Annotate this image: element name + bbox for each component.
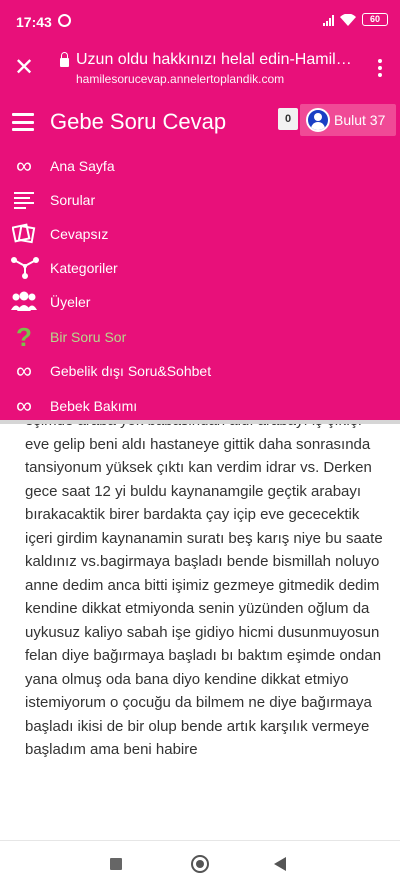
menu-item-label: Bebek Bakımı: [50, 398, 138, 414]
menu-item-label: Ana Sayfa: [50, 158, 115, 174]
android-nav-bar: [0, 840, 400, 888]
menu-item-label: Kategoriler: [50, 260, 118, 276]
menu-item-label: Bir Soru Sor: [50, 329, 127, 345]
page-title[interactable]: Uzun oldu hakkınızı helal edin-Hamil…: [76, 51, 356, 69]
browser-toolbar: ✕ Uzun oldu hakkınızı helal edin-Hamil… …: [0, 44, 400, 96]
alarm-icon: [58, 14, 71, 27]
question-icon: ?: [16, 322, 32, 352]
menu-item-bebek-bakimi[interactable]: ∞ Bebek Bakımı: [0, 390, 400, 424]
site-title[interactable]: Gebe Soru Cevap: [50, 109, 226, 135]
more-options-icon[interactable]: [378, 59, 382, 79]
infinity-icon: ∞: [16, 393, 32, 418]
lines-icon: [10, 188, 38, 212]
menu-shadow: [0, 420, 400, 424]
avatar: [306, 108, 330, 132]
status-bar: 17:43 60: [0, 0, 400, 44]
menu-item-ana-sayfa[interactable]: ∞ Ana Sayfa: [0, 150, 400, 184]
wifi-icon: [340, 13, 356, 26]
menu-item-bir-soru-sor[interactable]: ? Bir Soru Sor: [0, 321, 400, 355]
menu-item-label: Üyeler: [50, 294, 91, 310]
user-name: Bulut 37: [334, 112, 386, 128]
back-icon[interactable]: [274, 857, 286, 871]
home-icon[interactable]: [191, 855, 209, 873]
status-time: 17:43: [16, 14, 52, 30]
notification-count-badge[interactable]: 0: [278, 108, 298, 130]
lock-icon: [60, 52, 69, 67]
infinity-icon: ∞: [16, 153, 32, 178]
menu-item-label: Cevapsız: [50, 226, 109, 242]
signal-icon: [323, 14, 334, 26]
recent-apps-icon[interactable]: [110, 858, 122, 870]
menu-item-gebelik-disi[interactable]: ∞ Gebelik dışı Soru&Sohbet: [0, 355, 400, 389]
cards-icon: [10, 222, 38, 246]
infinity-icon: ∞: [16, 358, 32, 383]
hamburger-menu-icon[interactable]: [12, 113, 34, 131]
nav-menu: ∞ Ana Sayfa Sorular Cevapsız Kategoriler…: [0, 150, 400, 420]
user-profile-button[interactable]: Bulut 37: [300, 104, 396, 136]
page-url[interactable]: hamilesorucevap.annelertoplandik.com: [76, 72, 284, 86]
menu-item-cevapsiz[interactable]: Cevapsız: [0, 218, 400, 252]
menu-item-label: Gebelik dışı Soru&Sohbet: [50, 363, 212, 379]
menu-item-kategoriler[interactable]: Kategoriler: [0, 252, 400, 286]
close-icon[interactable]: ✕: [14, 56, 34, 80]
users-icon: [10, 290, 38, 314]
article-body: eşimde araba yok babasindan aldı arabayı…: [0, 420, 400, 840]
network-icon: [10, 256, 39, 280]
menu-item-label: Sorular: [50, 192, 96, 208]
battery-icon: 60: [362, 13, 388, 26]
status-icons: 60: [323, 13, 388, 26]
menu-item-uyeler[interactable]: Üyeler: [0, 286, 400, 320]
article-text: eşimde araba yok babasindan aldı arabayı…: [25, 420, 383, 758]
menu-item-sorular[interactable]: Sorular: [0, 184, 400, 218]
